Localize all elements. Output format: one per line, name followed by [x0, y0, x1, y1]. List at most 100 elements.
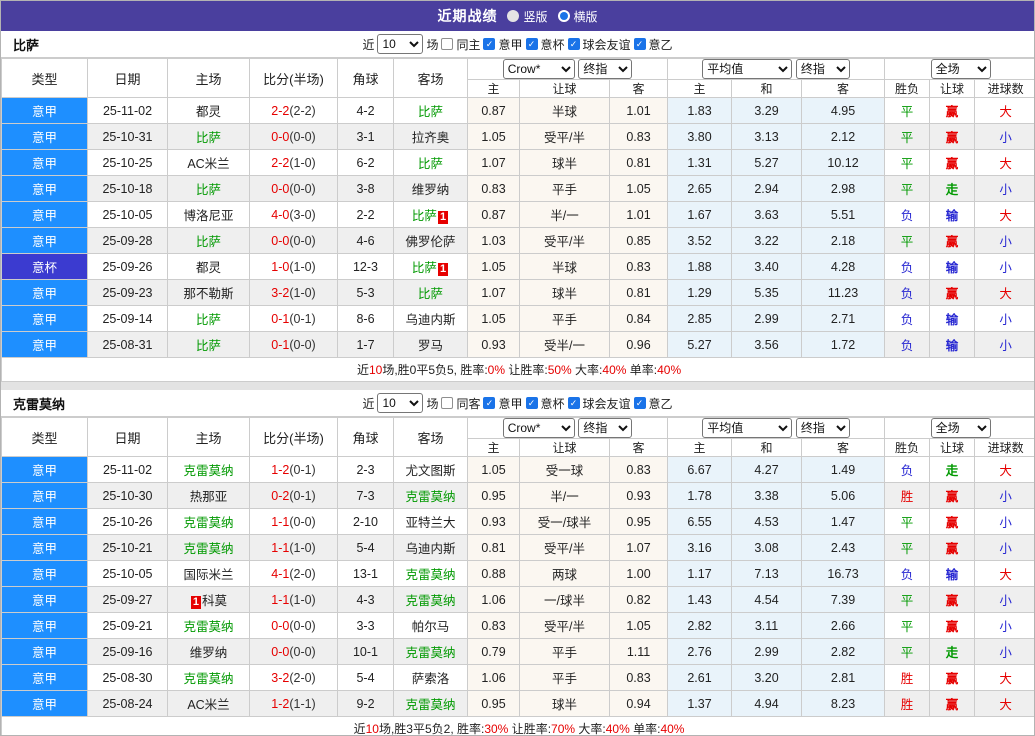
handicap-verdict: 输 [929, 560, 976, 587]
final-index-select[interactable]: 终指 [578, 59, 633, 79]
goals-verdict: 大 [974, 279, 1034, 306]
avg-draw-odds: 2.99 [731, 305, 803, 332]
final-index-select[interactable]: 终指 [795, 418, 850, 438]
crow-away-odds: 0.83 [608, 456, 669, 483]
result-verdict: 负 [884, 279, 931, 306]
league-filter-checkbox[interactable]: ✓ [567, 397, 580, 409]
date-cell: 25-09-14 [87, 305, 168, 332]
team-label: 维罗纳 [411, 183, 450, 197]
full-match-select[interactable]: 全场 [930, 418, 991, 438]
average-odds-select[interactable]: 平均值 [702, 418, 793, 438]
final-index-select[interactable]: 终指 [795, 59, 850, 79]
league-filter-checkbox[interactable]: ✓ [483, 397, 496, 409]
handicap-verdict: 输 [929, 331, 976, 358]
column-header: 角球 [337, 58, 394, 98]
vertical-radio-icon[interactable] [507, 10, 520, 22]
crow-odds-select[interactable]: Crow* [502, 59, 575, 79]
corner-cell: 12-3 [337, 253, 394, 280]
crow-home-odds: 1.06 [467, 586, 520, 613]
column-header: 客场 [393, 417, 468, 457]
filter-bar: 近 10 场同客 ✓ 意甲 ✓ 意杯 ✓ 球会友谊 ✓ 意乙 [362, 393, 673, 413]
avg-away-odds: 2.18 [801, 227, 886, 254]
final-index-select[interactable]: 终指 [578, 418, 633, 438]
avg-home-odds: 3.80 [667, 123, 733, 150]
handicap-verdict: 赢 [929, 279, 976, 306]
summary-segment: 10 [368, 363, 383, 377]
column-subheader: 让球 [519, 79, 610, 98]
league-filter-checkbox[interactable]: ✓ [483, 38, 496, 50]
fulltime-score: 0-0 [271, 618, 290, 633]
result-verdict: 负 [884, 456, 931, 483]
crow-away-odds: 0.96 [608, 331, 669, 358]
league-type-cell: 意甲 [1, 456, 88, 483]
halftime-score: (1-0) [289, 540, 316, 555]
average-odds-select[interactable]: 平均值 [702, 59, 793, 79]
result-verdict: 平 [884, 586, 931, 613]
goals-verdict: 小 [974, 305, 1034, 332]
home-team-cell: 比萨 [167, 305, 250, 332]
handicap-verdict: 输 [929, 253, 976, 280]
horizontal-radio-icon[interactable] [557, 10, 570, 22]
same-venue-checkbox[interactable] [441, 397, 454, 409]
avg-away-odds: 5.06 [801, 482, 886, 509]
layout-horizontal-option[interactable]: 横版 [557, 8, 598, 25]
recent-count-select[interactable]: 10 [377, 393, 424, 413]
avg-away-odds: 4.95 [801, 97, 886, 124]
league-type-cell: 意甲 [1, 482, 88, 509]
page-title: 近期战绩 [437, 8, 498, 24]
league-filter-checkbox[interactable]: ✓ [525, 38, 538, 50]
crow-away-odds: 1.05 [608, 175, 669, 202]
date-cell: 25-10-05 [87, 201, 168, 228]
recent-count-select[interactable]: 10 [377, 34, 424, 54]
crow-away-odds: 0.81 [608, 279, 669, 306]
date-cell: 25-10-18 [87, 175, 168, 202]
match-row: 意甲 25-10-31 比萨 0-0(0-0) 3-1 拉齐奥 1.05 受平/半 0.83 3.… [1, 123, 1034, 150]
halftime-score: (2-2) [289, 103, 316, 118]
match-row: 意甲 25-10-21 克雷莫纳 1-1(1-0) 5-4 乌迪内斯 0.81 受平/半 1.0… [1, 534, 1034, 561]
crow-handicap: 受平/半 [519, 123, 610, 150]
league-filter-checkbox[interactable]: ✓ [633, 397, 646, 409]
summary-segment: 10 [365, 722, 379, 736]
goals-verdict: 大 [974, 97, 1034, 124]
date-cell: 25-09-28 [87, 227, 168, 254]
league-filter-checkbox[interactable]: ✓ [525, 397, 538, 409]
column-subheader: 客 [801, 79, 886, 98]
date-cell: 25-10-30 [87, 482, 168, 509]
crow-handicap: 一/球半 [519, 586, 610, 613]
home-team-cell: 博洛尼亚 [167, 201, 250, 228]
avg-home-odds: 6.55 [667, 508, 733, 535]
crow-odds-select[interactable]: Crow* [502, 418, 575, 438]
result-verdict: 胜 [884, 664, 931, 691]
avg-away-odds: 16.73 [801, 560, 886, 587]
handicap-verdict: 赢 [929, 123, 976, 150]
league-filter-checkbox[interactable]: ✓ [567, 38, 580, 50]
team-label: 尤文图斯 [405, 464, 456, 478]
same-venue-checkbox[interactable] [441, 38, 454, 50]
halftime-score: (0-0) [289, 644, 316, 659]
league-type-cell: 意甲 [1, 612, 88, 639]
sections-container: 比萨近 10 场同主 ✓ 意甲 ✓ 意杯 ✓ 球会友谊 ✓ 意乙 类型 日期 主场 比分(半场) 角球 客场 Cr… [1, 31, 1034, 736]
layout-vertical-option[interactable]: 竖版 [507, 8, 548, 25]
goals-verdict: 小 [974, 123, 1034, 150]
full-match-select[interactable]: 全场 [930, 59, 991, 79]
match-row: 意甲 25-09-23 那不勒斯 3-2(1-0) 5-3 比萨 1.07 球半 0.81 1.2… [1, 279, 1034, 306]
red-card-badge: 1 [190, 596, 202, 609]
avg-draw-odds: 5.35 [731, 279, 803, 306]
avg-home-odds: 1.78 [667, 482, 733, 509]
column-header: 比分(半场) [249, 417, 338, 457]
summary-segment: 让胜率: [508, 722, 552, 736]
league-filter-checkbox[interactable]: ✓ [633, 38, 646, 50]
date-cell: 25-10-31 [87, 123, 168, 150]
summary-segment: 30% [484, 722, 509, 736]
team-label: 比萨 [417, 105, 443, 119]
team-label: 克雷莫纳 [405, 490, 456, 504]
score-cell: 0-0(0-0) [249, 227, 338, 254]
crow-home-odds: 0.83 [467, 612, 520, 639]
home-team-cell: 比萨 [167, 123, 250, 150]
crow-handicap: 受一球 [519, 456, 610, 483]
avg-away-odds: 11.23 [801, 279, 886, 306]
match-row: 意杯 25-09-26 都灵 1-0(1-0) 12-3 比萨 1 1.05 半球 0.83 1.8… [1, 253, 1034, 280]
handicap-verdict: 走 [929, 456, 976, 483]
handicap-verdict: 赢 [929, 534, 976, 561]
league-type-cell: 意甲 [1, 690, 88, 717]
